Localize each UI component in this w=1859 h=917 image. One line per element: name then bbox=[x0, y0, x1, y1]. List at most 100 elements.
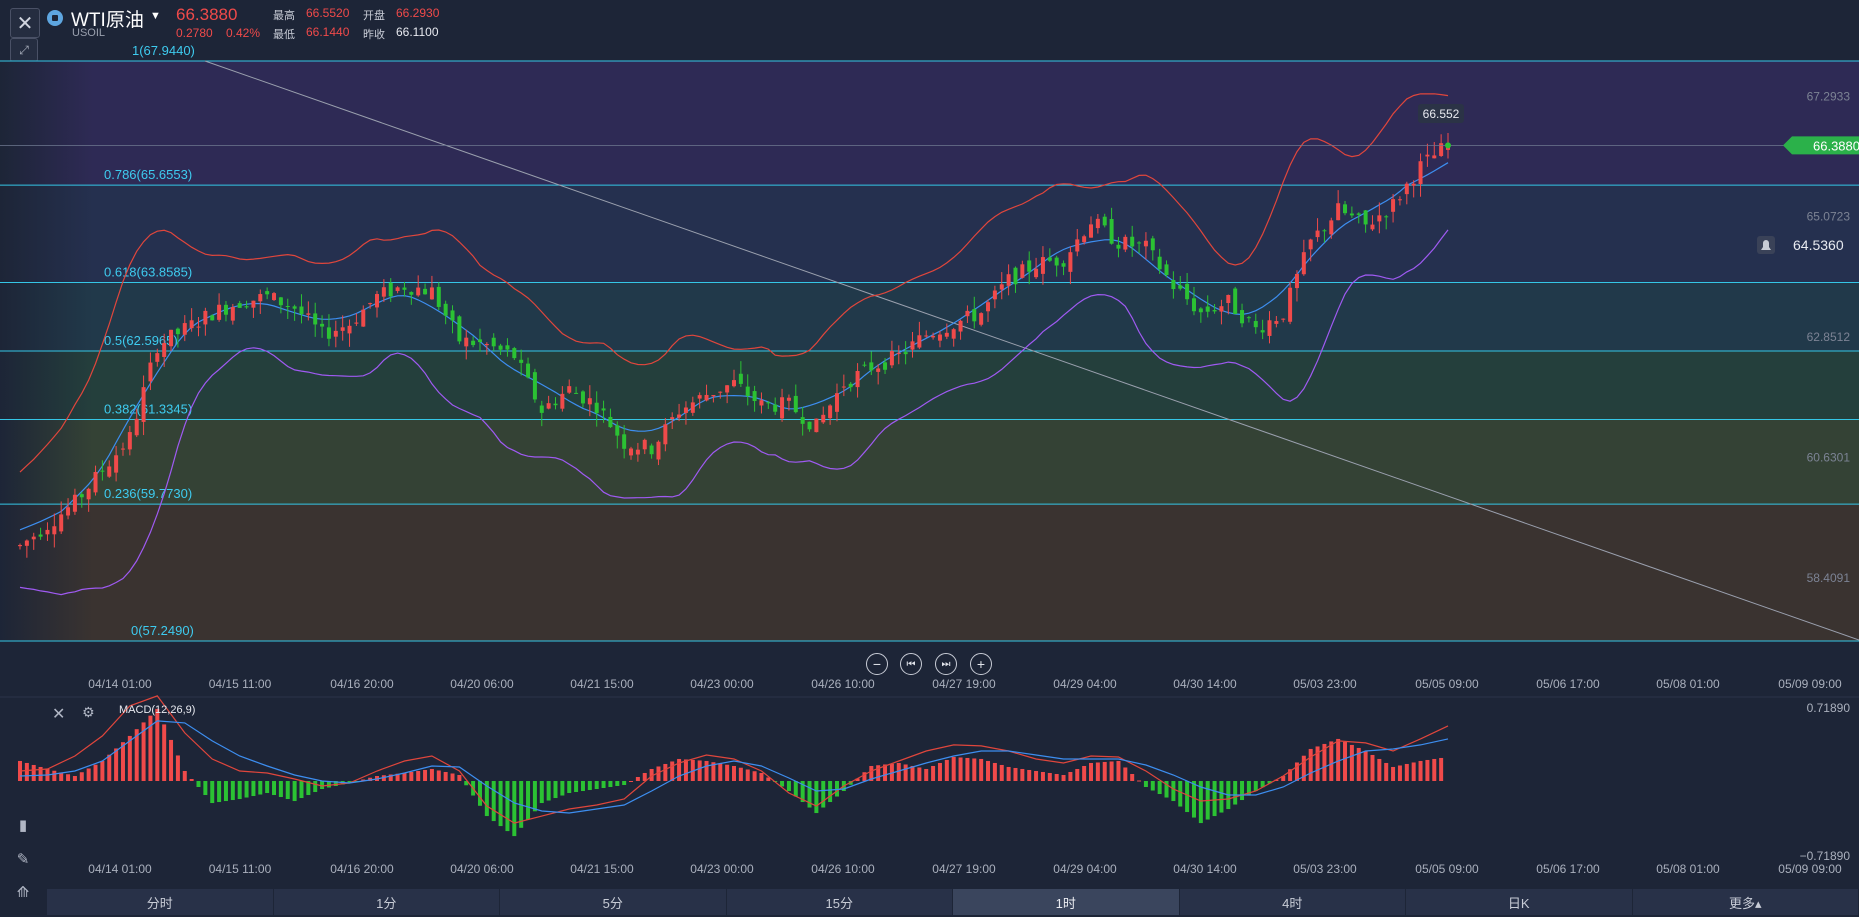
candle-body bbox=[1301, 252, 1306, 275]
macd-hist-bar bbox=[1123, 767, 1128, 781]
y-tick-label: 67.2933 bbox=[1807, 89, 1851, 103]
candle-body bbox=[175, 328, 180, 335]
macd-hist-bar bbox=[965, 757, 970, 781]
candle-body bbox=[924, 335, 929, 337]
candle-body bbox=[1047, 257, 1052, 261]
zoom-in-button[interactable]: + bbox=[970, 653, 992, 675]
macd-hist-bar bbox=[278, 781, 283, 798]
chart-type-icon[interactable]: ⟰ bbox=[10, 879, 36, 905]
candle-body bbox=[1198, 308, 1203, 313]
live-price-dot bbox=[1445, 142, 1451, 149]
candle-body bbox=[1143, 240, 1148, 247]
tab-1h[interactable]: 1时 bbox=[953, 889, 1179, 915]
macd-hist-bar bbox=[409, 771, 414, 781]
candle-body bbox=[1191, 298, 1196, 312]
candle-body bbox=[1157, 256, 1162, 270]
price-chart[interactable]: 1(67.9440) 0.786(65.6553) 0.618(63.8585) 0.… bbox=[0, 0, 1859, 889]
macd-hist-bar bbox=[1397, 765, 1402, 781]
tab-4h[interactable]: 4时 bbox=[1179, 889, 1405, 915]
candle-body bbox=[1418, 161, 1423, 185]
candle-body bbox=[189, 320, 194, 329]
candle-body bbox=[505, 345, 510, 350]
macd-hist-bar bbox=[189, 778, 194, 781]
candle-body bbox=[1150, 238, 1155, 251]
macd-hist-bar bbox=[1095, 762, 1100, 781]
macd-hist-bar bbox=[1308, 748, 1313, 781]
draw-tool-icon[interactable]: ✎ bbox=[10, 846, 36, 872]
macd-hist-bar bbox=[1040, 771, 1045, 781]
macd-hist-bar bbox=[450, 773, 455, 781]
x-tick-label: 05/03 23:00 bbox=[1293, 677, 1357, 691]
macd-hist-bar bbox=[217, 781, 222, 803]
tab-1m[interactable]: 1分 bbox=[273, 889, 499, 915]
macd-hist-bar bbox=[567, 781, 572, 794]
macd-hist-bar bbox=[512, 781, 517, 837]
macd-hist-bar bbox=[697, 760, 702, 781]
macd-hist-bar bbox=[1075, 768, 1080, 781]
macd-hist-bar bbox=[1391, 766, 1396, 781]
macd-hist-bar bbox=[182, 770, 187, 781]
macd-hist-bar bbox=[1171, 781, 1176, 802]
tab-daily[interactable]: 日K bbox=[1406, 889, 1632, 915]
macd-hist-bar bbox=[162, 724, 167, 781]
candle-body bbox=[1349, 213, 1354, 216]
macd-hist-bar bbox=[1418, 760, 1423, 781]
macd-hist-bar bbox=[491, 781, 496, 822]
candle-body bbox=[1240, 310, 1245, 324]
x-tick-label: 04/23 00:00 bbox=[690, 862, 754, 876]
candle-body bbox=[553, 403, 558, 406]
macd-hist-bar bbox=[258, 781, 263, 795]
candle-body bbox=[1089, 224, 1093, 238]
candle-body bbox=[210, 315, 215, 321]
tab-more[interactable]: 更多▴ bbox=[1632, 889, 1858, 915]
macd-hist-bar bbox=[107, 754, 112, 781]
tab-timeshare[interactable]: 分时 bbox=[47, 889, 273, 915]
fib-label: 1(67.9440) bbox=[132, 43, 195, 58]
candle-body bbox=[1370, 224, 1375, 230]
current-price-tag-label: 66.3880 bbox=[1813, 138, 1859, 153]
candle-body bbox=[258, 294, 263, 302]
candle-body bbox=[436, 286, 441, 307]
candle-body bbox=[1137, 242, 1142, 244]
macd-hist-bar bbox=[759, 772, 764, 781]
step-forward-button[interactable]: ⏭ bbox=[935, 653, 957, 675]
candle-body bbox=[1363, 210, 1368, 225]
indicator-tool-icon[interactable]: ▮ bbox=[10, 812, 36, 838]
fib-label: 0.618(63.8585) bbox=[104, 265, 192, 280]
fib-label: 0(57.2490) bbox=[131, 623, 194, 638]
candle-body bbox=[800, 417, 805, 424]
candle-body bbox=[786, 397, 791, 401]
tab-15m[interactable]: 15分 bbox=[726, 889, 952, 915]
macd-hist-bar bbox=[1363, 750, 1368, 781]
candle-body bbox=[697, 395, 702, 399]
candle-body bbox=[59, 514, 64, 532]
candle-body bbox=[1425, 154, 1430, 157]
macd-hist-bar bbox=[196, 781, 201, 788]
candle-body bbox=[986, 302, 991, 312]
x-tick-label: 04/20 06:00 bbox=[450, 677, 514, 691]
tab-5m[interactable]: 5分 bbox=[500, 889, 726, 915]
candle-body bbox=[519, 359, 524, 363]
candle-body bbox=[690, 402, 695, 413]
candle-body bbox=[958, 320, 963, 332]
macd-hist-bar bbox=[1439, 757, 1444, 781]
candle-body bbox=[1123, 236, 1128, 250]
candle-body bbox=[72, 494, 77, 512]
close-indicator-icon[interactable]: ✕ bbox=[52, 704, 65, 724]
macd-hist-bar bbox=[745, 769, 750, 781]
candle-body bbox=[1397, 199, 1402, 201]
candle-body bbox=[601, 408, 606, 411]
candle-body bbox=[587, 398, 592, 405]
x-tick-label: 05/05 09:00 bbox=[1415, 677, 1479, 691]
macd-hist-bar bbox=[999, 764, 1004, 781]
candle-body bbox=[1281, 318, 1286, 320]
step-back-button[interactable]: ⏮ bbox=[900, 653, 922, 675]
macd-hist-bar bbox=[718, 763, 723, 781]
zoom-out-button[interactable]: − bbox=[866, 653, 888, 675]
candle-body bbox=[182, 323, 187, 335]
fib-label: 0.382(61.3345) bbox=[104, 401, 192, 416]
candle-body bbox=[1260, 330, 1265, 333]
macd-hist-bar bbox=[972, 758, 977, 781]
indicator-settings-icon[interactable]: ⚙ bbox=[82, 704, 95, 721]
candle-body bbox=[423, 288, 428, 295]
